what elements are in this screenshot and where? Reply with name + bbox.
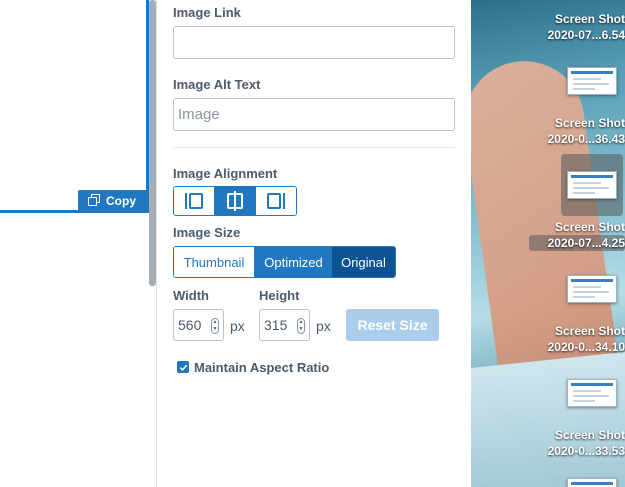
desktop-file-5-thumbnail[interactable] — [567, 379, 617, 407]
desktop-background: Screen Shot 2020-07...6.54 Screen Shot 202… — [471, 0, 625, 487]
image-size-label: Image Size — [173, 225, 241, 240]
width-label: Width — [173, 288, 209, 303]
height-input[interactable]: 315 ▲ ▼ — [259, 309, 310, 341]
desktop-file-3[interactable]: Screen Shot 2020-07...4.25 — [548, 219, 625, 251]
image-alt-text-label: Image Alt Text — [173, 77, 261, 92]
editor-pane: Copy — [0, 0, 157, 487]
checkmark-icon — [179, 364, 187, 371]
copy-button[interactable]: Copy — [78, 190, 148, 212]
desktop-file-6-thumbnail[interactable] — [567, 478, 617, 487]
size-original-button[interactable]: Original — [332, 247, 395, 277]
align-center-icon — [227, 191, 243, 211]
image-size-group: Thumbnail Optimized Original — [173, 246, 396, 278]
copy-label: Copy — [106, 194, 136, 208]
image-alt-text-input[interactable]: Image — [173, 98, 455, 131]
desktop-file-4[interactable]: Screen Shot 2020-0...34.10 — [548, 323, 625, 355]
desktop-file-4-thumbnail[interactable] — [567, 275, 617, 303]
align-right-button[interactable] — [256, 187, 296, 215]
image-settings-panel: Image Link Image Alt Text Image Image Al… — [157, 0, 471, 487]
image-link-label: Image Link — [173, 5, 241, 20]
width-stepper[interactable]: ▲ ▼ — [211, 318, 219, 334]
height-label: Height — [259, 288, 300, 303]
editor-scrollbar[interactable] — [149, 0, 156, 286]
align-right-icon — [267, 193, 285, 209]
reset-size-button[interactable]: Reset Size — [346, 309, 439, 341]
align-left-icon — [185, 193, 203, 209]
maintain-aspect-ratio-label: Maintain Aspect Ratio — [194, 360, 330, 375]
size-optimized-button[interactable]: Optimized — [255, 247, 332, 277]
section-divider — [173, 147, 455, 148]
image-alignment-label: Image Alignment — [173, 166, 278, 181]
width-value: 560 — [178, 317, 202, 333]
align-left-button[interactable] — [174, 187, 215, 215]
image-alignment-group — [173, 186, 297, 216]
copy-icon — [88, 193, 100, 209]
width-input[interactable]: 560 ▲ ▼ — [173, 309, 224, 341]
align-center-button[interactable] — [215, 187, 256, 215]
size-thumbnail-button[interactable]: Thumbnail — [174, 247, 255, 277]
desktop-file-2-thumbnail[interactable] — [567, 67, 617, 95]
height-value: 315 — [264, 317, 288, 333]
desktop-file-2[interactable]: Screen Shot 2020-0...36.43 — [548, 115, 625, 147]
height-stepper[interactable]: ▲ ▼ — [297, 318, 305, 334]
selected-block-outline — [0, 0, 149, 213]
desktop-file-5[interactable]: Screen Shot 2020-0...33.53 — [548, 427, 625, 459]
desktop-file-3-thumbnail[interactable] — [567, 171, 617, 199]
width-unit: px — [230, 318, 245, 334]
height-unit: px — [316, 318, 331, 334]
desktop-file-1[interactable]: Screen Shot 2020-07...6.54 — [548, 11, 625, 43]
image-link-input[interactable] — [173, 26, 455, 59]
maintain-aspect-ratio-checkbox[interactable] — [177, 361, 189, 373]
wallpaper-board — [471, 349, 625, 487]
